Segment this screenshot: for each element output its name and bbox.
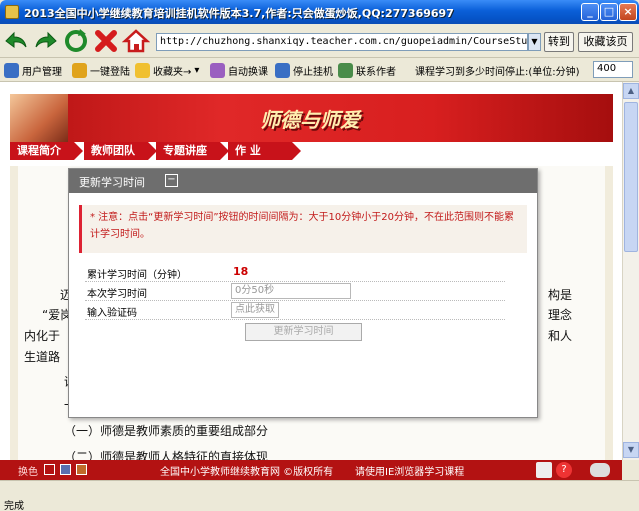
tab-homework[interactable]: 作 业	[228, 142, 301, 160]
login-icon	[72, 62, 87, 78]
total-time-value: 18	[233, 265, 249, 278]
stop-button[interactable]	[92, 27, 120, 55]
article-text: 理念	[548, 308, 573, 322]
course-banner: 师德与师爱	[10, 94, 613, 142]
article-text: （二）师德是教师人格特征的直接体现	[64, 450, 269, 460]
url-input[interactable]: http://chuzhong.shanxiqy.teacher.com.cn/…	[156, 33, 528, 51]
star-icon	[135, 62, 150, 78]
dialog-notice: * 注意：点击“更新学习时间”按钮的时间间隔为：大于10分钟小于20分钟，不在此…	[79, 205, 527, 253]
forward-button[interactable]	[32, 27, 60, 55]
navigation-toolbar: http://chuzhong.shanxiqy.teacher.com.cn/…	[0, 24, 639, 58]
window-title: 2013全国中小学继续教育培训挂机软件版本3.7,作者:只会做蛋炒饭,QQ:27…	[24, 7, 454, 20]
contact-author-button[interactable]: 联系作者	[338, 61, 396, 79]
maximize-button[interactable]: □	[600, 3, 618, 21]
article-text: 和人	[548, 329, 573, 343]
collapse-button[interactable]: −	[165, 174, 178, 187]
back-button[interactable]	[2, 27, 30, 55]
vertical-scrollbar[interactable]: ▲ ▼	[622, 82, 639, 460]
browser-hint: 请使用IE浏览器学习课程	[355, 467, 465, 478]
back-arrow-icon	[5, 31, 27, 48]
window-title-bar: 2013全国中小学继续教育培训挂机软件版本3.7,作者:只会做蛋炒饭,QQ:27…	[0, 0, 639, 24]
session-time-label: 本次学习时间	[87, 289, 147, 300]
tab-lectures[interactable]: 专题讲座	[156, 142, 229, 160]
article-text: 内化于	[24, 329, 61, 343]
favorites-menu-button[interactable]: 收藏夹→ ▾	[135, 61, 199, 79]
stop-x-icon	[95, 30, 117, 52]
update-study-time-button[interactable]: 更新学习时间	[245, 323, 362, 341]
update-study-time-dialog: 更新学习时间 − * 注意：点击“更新学习时间”按钮的时间间隔为：大于10分钟小…	[68, 168, 538, 418]
course-title: 师德与师爱	[260, 108, 360, 132]
session-time-row: 本次学习时间 0分50秒	[85, 282, 505, 301]
skin-swatch-blue[interactable]	[60, 464, 71, 475]
one-key-login-button[interactable]: 一键登陆	[72, 61, 130, 79]
go-button[interactable]: 转到	[544, 32, 574, 52]
refresh-icon	[65, 29, 87, 52]
article-text: 生道路	[24, 350, 61, 364]
switch-icon	[210, 62, 225, 78]
tab-course-intro[interactable]: 课程简介	[10, 142, 83, 160]
forward-arrow-icon	[35, 31, 57, 48]
refresh-button[interactable]	[62, 27, 90, 55]
tab-teacher-team[interactable]: 教师团队	[84, 142, 157, 160]
course-tabs: 课程简介 教师团队 专题讲座 作 业	[10, 142, 613, 162]
teacher-photo	[10, 94, 68, 142]
users-icon	[4, 62, 19, 78]
captcha-input[interactable]: 点此获取	[231, 302, 279, 318]
status-text: 完成	[4, 501, 24, 511]
close-window-button[interactable]: ×	[619, 3, 637, 21]
article-text: 构是	[548, 288, 573, 302]
question-icon[interactable]: ?	[556, 462, 572, 478]
captcha-row: 输入验证码 点此获取	[85, 301, 505, 320]
chevron-down-icon: ▾	[194, 64, 200, 76]
stop-time-input[interactable]: 400	[593, 61, 633, 78]
scroll-up-arrow-icon[interactable]: ▲	[623, 83, 639, 99]
chat-icon[interactable]	[590, 463, 610, 477]
home-icon	[121, 29, 151, 53]
contact-icon	[338, 62, 353, 78]
url-dropdown-button[interactable]: ▼	[528, 33, 541, 51]
help-icon[interactable]	[536, 462, 552, 478]
home-button[interactable]	[121, 27, 151, 55]
status-bar: 完成	[0, 480, 639, 511]
skin-swatch-red[interactable]	[44, 464, 55, 475]
favorite-page-button[interactable]: 收藏该页	[578, 32, 633, 52]
copyright-text: 全国中小学教师继续教育网 ©版权所有	[160, 467, 334, 478]
skin-label: 换色	[18, 467, 38, 478]
session-time-field[interactable]: 0分50秒	[231, 283, 351, 299]
total-time-row: 累计学习时间（分钟） 18	[85, 263, 505, 282]
app-icon	[5, 5, 19, 19]
function-toolbar: 用户管理 一键登陆 收藏夹→ ▾ 自动换课 停止挂机 联系作者 课程学习到多少时…	[0, 58, 639, 82]
stop-icon	[275, 62, 290, 78]
user-manage-button[interactable]: 用户管理	[4, 61, 62, 79]
article-text: （一）师德是教师素质的重要组成部分	[64, 424, 269, 438]
captcha-label: 输入验证码	[87, 308, 137, 319]
auto-switch-course-button[interactable]: 自动换课	[210, 61, 268, 79]
stop-hangup-button[interactable]: 停止挂机	[275, 61, 333, 79]
scroll-thumb[interactable]	[624, 102, 638, 252]
skin-swatch-orange[interactable]	[76, 464, 87, 475]
minimize-button[interactable]: _	[581, 3, 599, 21]
page-footer: 换色 全国中小学教师继续教育网 ©版权所有 请使用IE浏览器学习课程 ?	[0, 460, 622, 480]
total-time-label: 累计学习时间（分钟）	[87, 270, 187, 281]
dialog-title: 更新学习时间	[79, 176, 145, 189]
dialog-header: 更新学习时间 −	[69, 169, 537, 193]
stop-time-label: 课程学习到多少时间停止:(单位:分钟)	[415, 66, 580, 78]
scroll-down-arrow-icon[interactable]: ▼	[623, 442, 639, 458]
